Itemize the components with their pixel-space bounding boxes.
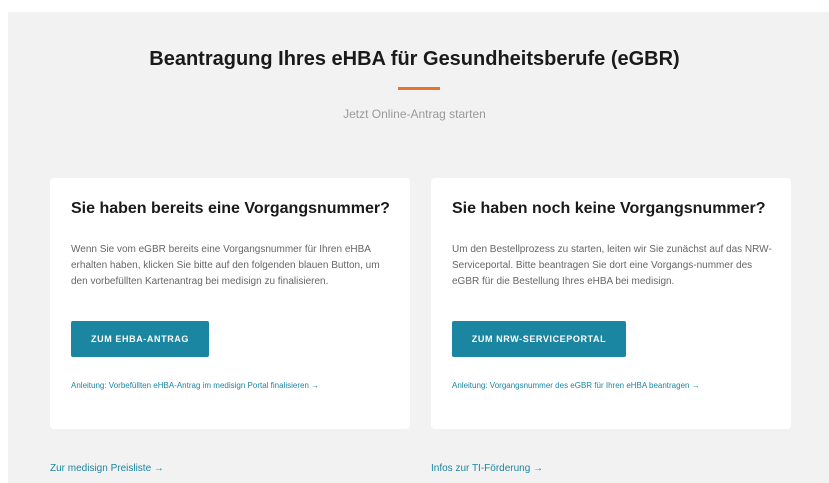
existing-number-card: Sie haben bereits eine Vorgangsnummer? W… bbox=[50, 178, 410, 429]
title-accent-divider bbox=[398, 87, 440, 90]
ti-funding-link[interactable]: Infos zur TI-Förderung → bbox=[431, 463, 543, 474]
card-description: Wenn Sie vom eGBR bereits eine Vorgangsn… bbox=[71, 244, 380, 287]
page-title: Beantragung Ihres eHBA für Gesundheitsbe… bbox=[149, 48, 680, 70]
card-heading: Sie haben bereits eine Vorgangsnummer? bbox=[71, 200, 390, 217]
nrw-serviceportal-button[interactable]: ZUM NRW-SERVICEPORTAL bbox=[452, 321, 626, 357]
no-number-card: Sie haben noch keine Vorgangsnummer? Um … bbox=[431, 178, 791, 429]
price-list-link[interactable]: Zur medisign Preisliste → bbox=[50, 463, 164, 474]
guide-link-request-number[interactable]: Anleitung: Vorgangsnummer des eGBR für I… bbox=[452, 381, 700, 390]
page-subtitle: Jetzt Online-Antrag starten bbox=[343, 107, 486, 121]
card-heading: Sie haben noch keine Vorgangsnummer? bbox=[452, 200, 766, 217]
guide-link-finalize-ehba[interactable]: Anleitung: Vorbefüllten eHBA-Antrag im m… bbox=[71, 381, 319, 390]
ehba-application-button[interactable]: ZUM EHBA-ANTRAG bbox=[71, 321, 209, 357]
card-description: Um den Bestellprozess zu starten, leiten… bbox=[452, 244, 772, 287]
